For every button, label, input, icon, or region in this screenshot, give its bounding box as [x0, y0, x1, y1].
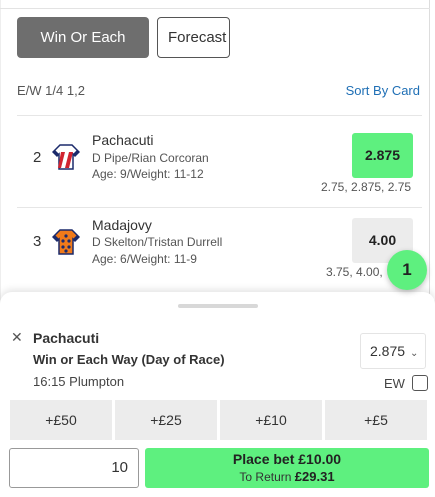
price-history: 3.75, 4.00, — [326, 265, 383, 279]
selection-name: Pachacuti — [33, 330, 100, 346]
runner-age-weight: Age: 9/Weight: 11-12 — [92, 167, 204, 181]
runner-number: 2 — [33, 149, 42, 166]
jockey-silk-white-red-stripes-icon — [52, 144, 80, 170]
to-return-label: To Return — [239, 470, 292, 484]
price-history: 2.75, 2.875, 2.75 — [321, 180, 412, 194]
market-tabs: Win Or Each Way Forecast — [17, 17, 230, 87]
each-way-checkbox[interactable] — [412, 375, 428, 391]
sort-by-card-link[interactable]: Sort By Card — [346, 83, 420, 98]
runner-row: 3 Madajovy D Skelton/Tristan Durrell Age… — [17, 207, 422, 299]
runner-connections: D Skelton/Tristan Durrell — [92, 235, 223, 249]
market-name: Win or Each Way (Day of Race) — [33, 352, 225, 367]
stake-plus-25-button[interactable]: +£25 — [115, 400, 217, 440]
divider — [0, 8, 430, 9]
tab-win-or-each-way[interactable]: Win Or Each Way — [17, 17, 149, 87]
tab-forecast[interactable]: Forecast — [157, 17, 230, 58]
place-bet-label: Place bet £10.00 — [232, 451, 342, 467]
runner-name: Pachacuti — [92, 132, 154, 148]
chevron-down-icon: ⌄ — [410, 348, 419, 359]
runner-name: Madajovy — [92, 217, 152, 233]
runner-number: 3 — [33, 233, 42, 250]
runner-connections: D Pipe/Rian Corcoran — [92, 151, 209, 165]
to-return-value: £29.31 — [294, 469, 335, 484]
drag-handle[interactable] — [178, 304, 258, 308]
stake-plus-50-button[interactable]: +£50 — [10, 400, 112, 440]
to-return-text: To Return £29.31 — [145, 468, 429, 486]
stake-input[interactable]: 10 — [9, 448, 139, 488]
each-way-label: EW — [384, 376, 405, 391]
odds-value: 2.875 — [370, 343, 406, 359]
stake-plus-10-button[interactable]: +£10 — [220, 400, 322, 440]
place-bet-button[interactable]: Place bet £10.00 To Return £29.31 — [145, 448, 429, 488]
odds-dropdown[interactable]: 2.875 ⌄ — [360, 333, 426, 369]
divider — [17, 115, 422, 116]
runner-row: 2 Pachacuti D Pipe/Rian Corcoran Age: 9/… — [17, 115, 422, 207]
betslip-count-badge[interactable]: 1 — [387, 250, 427, 290]
divider — [17, 207, 422, 208]
quick-stakes: +£50 +£25 +£10 +£5 — [10, 400, 427, 440]
bet-slip: ✕ Pachacuti Win or Each Way (Day of Race… — [0, 292, 435, 497]
market-card: Win Or Each Way Forecast E/W 1/4 1,2 Sor… — [0, 0, 435, 300]
jockey-silk-orange-navy-icon — [52, 229, 80, 255]
price-button-selected[interactable]: 2.875 — [352, 133, 413, 178]
runner-age-weight: Age: 6/Weight: 11-9 — [92, 252, 197, 266]
race-info: 16:15 Plumpton — [33, 374, 125, 389]
each-way-terms: E/W 1/4 1,2 — [17, 83, 85, 98]
stake-plus-5-button[interactable]: +£5 — [325, 400, 427, 440]
close-icon[interactable]: ✕ — [11, 329, 23, 346]
